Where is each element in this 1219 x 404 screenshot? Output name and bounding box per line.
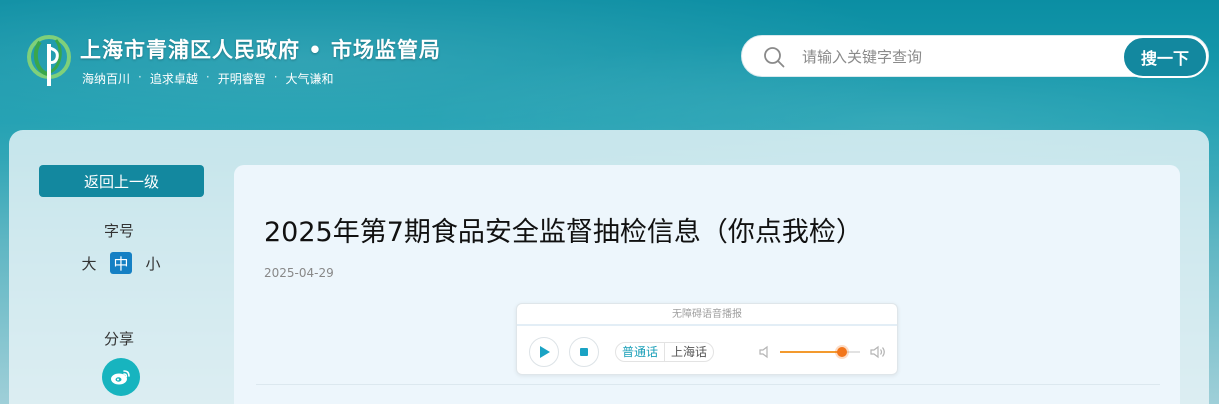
site-title: 上海市青浦区人民政府 • 市场监管局 [80, 38, 442, 62]
slogan-separator: · [205, 70, 210, 84]
back-button[interactable]: 返回上一级 [39, 165, 204, 197]
divider [256, 384, 1160, 385]
player-title: 无障碍语音播报 [517, 304, 897, 326]
font-size-small[interactable]: 小 [142, 252, 164, 274]
slogan: 开明睿智 [217, 72, 266, 86]
weibo-share-button[interactable] [102, 358, 140, 396]
language-shanghainese[interactable]: 上海话 [665, 343, 713, 361]
language-mandarin[interactable]: 普通话 [616, 343, 666, 361]
stop-icon [580, 348, 588, 356]
slogan-separator: · [273, 70, 278, 84]
font-size-medium[interactable]: 中 [110, 252, 132, 274]
slogan: 追求卓越 [149, 72, 198, 86]
volume-low-icon[interactable] [759, 345, 773, 359]
qingpu-logo-icon [27, 35, 71, 86]
share-label: 分享 [104, 330, 135, 348]
slogan: 大气谦和 [285, 72, 334, 86]
play-button[interactable] [529, 337, 559, 367]
play-icon [540, 346, 550, 358]
volume-high-icon[interactable] [870, 345, 886, 359]
audio-player: 无障碍语音播报 普通话 上海话 [516, 303, 898, 375]
font-size-large[interactable]: 大 [78, 252, 100, 274]
slogans: 海纳百川 · 追求卓越 · 开明睿智 · 大气谦和 [82, 70, 334, 87]
slogan: 海纳百川 [82, 72, 131, 86]
font-size-selector: 大 中 小 [78, 252, 164, 274]
stop-button[interactable] [569, 337, 599, 367]
font-size-label: 字号 [104, 222, 135, 240]
slogan-separator: · [138, 70, 142, 84]
search-button[interactable]: 搜一下 [1122, 36, 1208, 78]
search-box: 搜一下 [741, 35, 1209, 78]
search-icon [764, 47, 785, 68]
search-input[interactable] [802, 44, 1102, 70]
volume-fill [780, 351, 843, 353]
volume-slider-handle[interactable] [837, 347, 848, 357]
weibo-icon [111, 370, 130, 385]
language-selector: 普通话 上海话 [615, 342, 715, 362]
article-title: 2025年第7期食品安全监督抽检信息（你点我检） [264, 217, 863, 248]
article-date: 2025-04-29 [264, 266, 334, 280]
